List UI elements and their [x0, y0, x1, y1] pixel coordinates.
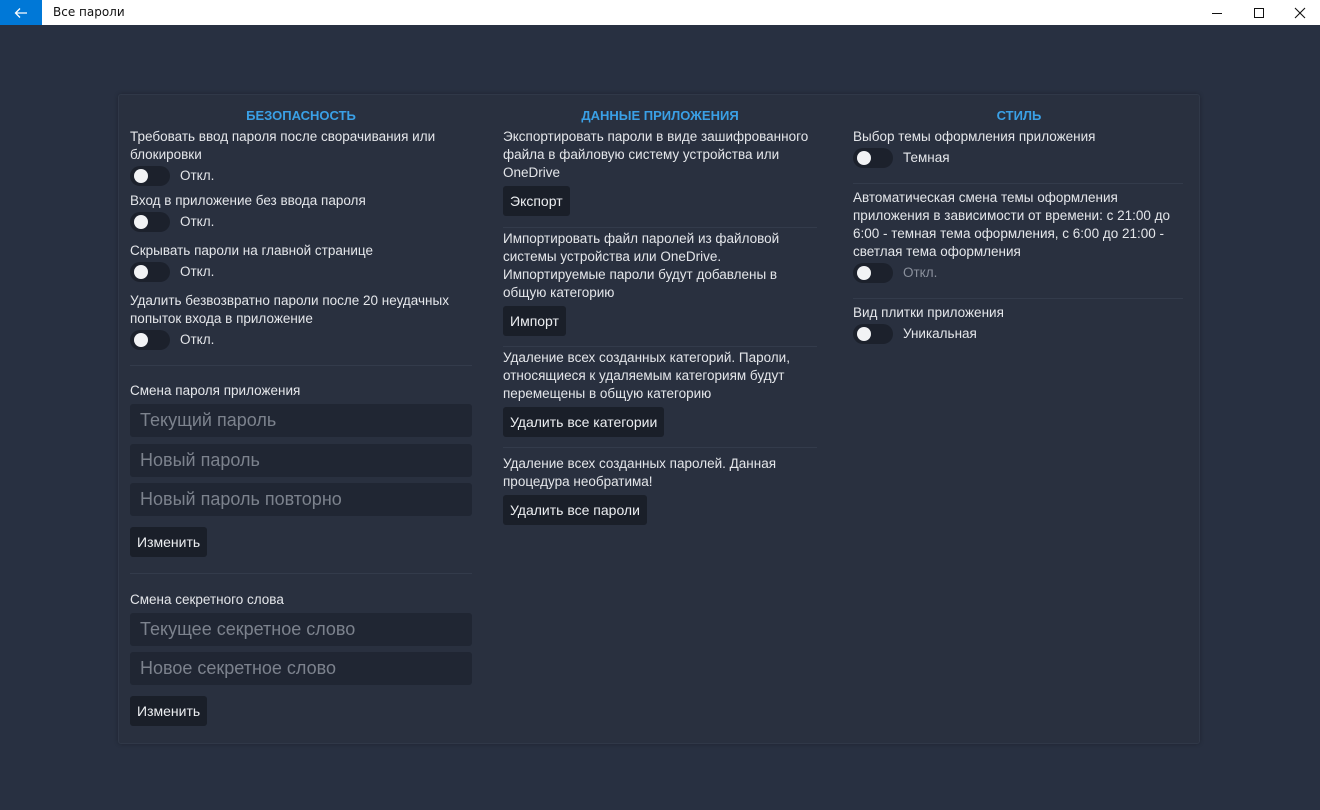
delete-categories-button[interactable]: Удалить все категории [503, 407, 665, 437]
new-secret-input[interactable] [130, 652, 472, 685]
security-header: БЕЗОПАСНОСТЬ [246, 108, 356, 123]
repeat-password-input[interactable] [130, 483, 472, 516]
tile-toggle-state: Уникальная [903, 326, 977, 341]
minimize-icon [1212, 12, 1222, 14]
new-password-input[interactable] [130, 444, 472, 477]
divider [503, 346, 817, 347]
divider [503, 227, 817, 228]
app-data-header: ДАННЫЕ ПРИЛОЖЕНИЯ [581, 108, 739, 123]
export-button[interactable]: Экспорт [503, 186, 570, 216]
arrow-left-icon [14, 7, 27, 18]
style-header: СТИЛЬ [996, 108, 1042, 123]
maximize-icon [1254, 7, 1264, 18]
hide-setting-label: Скрывать пароли на главной странице [130, 243, 373, 258]
lock-toggle-state: Откл. [180, 168, 215, 183]
change-secret-label: Смена секретного слова [130, 592, 284, 607]
current-password-input[interactable] [130, 404, 472, 437]
hide-toggle[interactable] [130, 262, 170, 282]
change-secret-button[interactable]: Изменить [130, 696, 208, 726]
theme-setting-label: Выбор темы оформления приложения [853, 129, 1096, 144]
toggle-knob [857, 327, 871, 341]
wipe-toggle[interactable] [130, 330, 170, 350]
toggle-knob [134, 169, 148, 183]
minimize-button[interactable] [1196, 0, 1238, 25]
tile-setting-label: Вид плитки приложения [853, 305, 1004, 320]
delete-categories-description: Удаление всех созданных категорий. Парол… [503, 350, 790, 401]
lock-toggle[interactable] [130, 166, 170, 186]
divider [853, 298, 1183, 299]
delete-passwords-button[interactable]: Удалить все пароли [503, 495, 647, 525]
close-icon [1294, 7, 1306, 18]
current-secret-input[interactable] [130, 613, 472, 646]
tile-toggle[interactable] [853, 324, 893, 344]
back-button[interactable] [0, 0, 42, 25]
change-password-button[interactable]: Изменить [130, 527, 208, 557]
import-button[interactable]: Импорт [503, 306, 566, 336]
nopass-toggle[interactable] [130, 212, 170, 232]
lock-setting-label: Требовать ввод пароля после сворачивания… [130, 129, 436, 162]
export-description: Экспортировать пароли в виде зашифрованн… [503, 129, 809, 180]
toggle-knob [134, 333, 148, 347]
toggle-knob [857, 151, 871, 165]
auto-theme-toggle-state: Откл. [903, 265, 938, 280]
toggle-knob [134, 215, 148, 229]
wipe-setting-label: Удалить безвозвратно пароли после 20 неу… [130, 293, 449, 326]
divider [130, 573, 472, 574]
maximize-button[interactable] [1238, 0, 1280, 25]
import-description: Импортировать файл паролей из файловой с… [503, 231, 780, 300]
divider [130, 365, 472, 366]
theme-toggle[interactable] [853, 148, 893, 168]
theme-toggle-state: Темная [903, 150, 950, 165]
auto-theme-label: Автоматическая смена темы оформления при… [853, 190, 1171, 259]
divider [853, 183, 1183, 184]
change-password-label: Смена пароля приложения [130, 383, 301, 398]
hide-toggle-state: Откл. [180, 264, 215, 279]
auto-theme-toggle[interactable] [853, 263, 893, 283]
settings-card: БЕЗОПАСНОСТЬ Требовать ввод пароля после… [118, 94, 1200, 744]
divider [503, 447, 817, 448]
close-button[interactable] [1279, 0, 1320, 25]
delete-passwords-description: Удаление всех созданных паролей. Данная … [503, 456, 777, 489]
window-title: Все пароли [53, 5, 125, 19]
toggle-knob [134, 265, 148, 279]
title-bar: Все пароли [0, 0, 1320, 25]
toggle-knob [857, 266, 871, 280]
nopass-toggle-state: Откл. [180, 214, 215, 229]
wipe-toggle-state: Откл. [180, 332, 215, 347]
nopass-setting-label: Вход в приложение без ввода пароля [130, 193, 366, 208]
